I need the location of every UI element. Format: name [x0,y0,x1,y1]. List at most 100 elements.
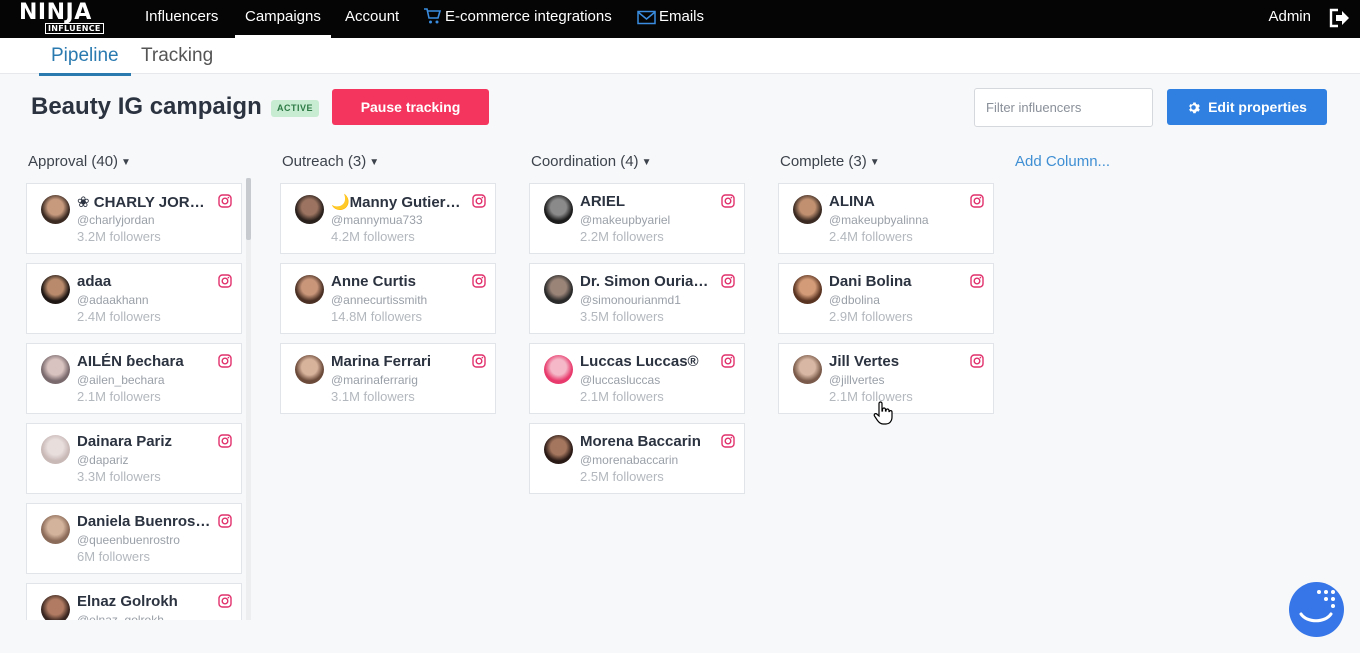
hand-cursor-icon [873,401,893,425]
nav-influencers[interactable]: Influencers [145,0,218,38]
influencer-card[interactable]: Luccas Luccas® @luccasluccas 2.1M follower… [529,343,745,414]
instagram-icon[interactable] [721,434,735,448]
tab-tracking[interactable]: Tracking [141,38,213,76]
influencer-name: 🌙Manny Gutierrez [331,194,466,211]
column-scrollbar[interactable] [246,178,251,620]
column-header-approval[interactable]: Approval (40) ▼ [28,153,131,170]
influencer-followers: 2.4M followers [829,229,913,244]
influencer-card[interactable]: 🌙Manny Gutierrez @mannymua733 4.2M followe… [280,183,496,254]
influencer-name: Dainara Pariz [77,433,173,450]
influencer-card[interactable]: AILÉN ɓechara @ailen_bechara 2.1M follower… [26,343,242,414]
instagram-icon[interactable] [218,274,232,288]
ninja-influence-logo[interactable]: NINJA INFLUENCE [19,0,104,34]
nav-emails[interactable]: Emails [637,0,704,38]
influencer-handle: @luccasluccas [580,373,661,387]
column-header-complete[interactable]: Complete (3) ▼ [780,153,880,170]
instagram-icon[interactable] [218,594,232,608]
instagram-icon[interactable] [970,274,984,288]
influencer-name: Elnaz Golrokh [77,593,178,610]
instagram-icon[interactable] [218,354,232,368]
instagram-icon[interactable] [721,274,735,288]
influencer-followers: 4.2M followers [331,229,415,244]
influencer-card[interactable]: ALINA @makeupbyalinna 2.4M followers [778,183,994,254]
influencer-card[interactable]: adaa @adaakhann 2.4M followers [26,263,242,334]
filter-influencers-input[interactable] [974,88,1153,127]
edit-properties-button[interactable]: Edit properties [1167,89,1327,125]
influencer-card[interactable]: Elnaz Golrokh @elnaz_golrokh [26,583,242,620]
column-header-outreach[interactable]: Outreach (3) ▼ [282,153,379,170]
gear-icon [1189,102,1200,114]
avatar [295,275,324,304]
logout-icon[interactable] [1328,8,1350,28]
influencer-card[interactable]: Morena Baccarin @morenabaccarin 2.5M follo… [529,423,745,494]
column-header-coordination[interactable]: Coordination (4) ▼ [531,153,651,170]
column-complete: ALINA @makeupbyalinna 2.4M followers Dani B… [778,183,994,423]
influencer-followers: 2.1M followers [580,389,664,404]
admin-user[interactable]: Admin [1268,0,1311,34]
influencer-card[interactable]: Dani Bolina @dbolina 2.9M followers [778,263,994,334]
nav-ecommerce-label: E-commerce integrations [445,8,612,25]
influencer-followers: 14.8M followers [331,309,423,324]
influencer-card[interactable]: ❀ CHARLY JORDAN ✨ @charlyjordan 3.2M follo… [26,183,242,254]
influencer-name: AILÉN ɓechara [77,353,184,370]
instagram-icon[interactable] [472,354,486,368]
instagram-icon[interactable] [472,194,486,208]
logo-text: NINJA [19,0,92,25]
tab-pipeline[interactable]: Pipeline [39,38,131,76]
instagram-icon[interactable] [721,354,735,368]
influencer-handle: @morenabaccarin [580,453,679,467]
nav-ecommerce[interactable]: E-commerce integrations [423,0,612,38]
influencer-handle: @dbolina [829,293,880,307]
influencer-name: Marina Ferrari [331,353,432,370]
influencer-handle: @dapariz [77,453,129,467]
influencer-followers: 2.9M followers [829,309,913,324]
influencer-handle: @jillvertes [829,373,885,387]
avatar [544,355,573,384]
status-badge: ACTIVE [271,100,320,117]
influencer-card[interactable]: Dainara Pariz @dapariz 3.3M followers [26,423,242,494]
influencer-card[interactable]: Dr. Simon Ourian M.D. @simonourianmd1 3.5M… [529,263,745,334]
column-coordination: ARIEL @makeupbyariel 2.2M followers Dr. Sim… [529,183,745,503]
influencer-followers: 2.4M followers [77,309,161,324]
influencer-name: Jill Vertes [829,353,900,370]
influencer-name: ❀ CHARLY JORDAN ✨ [77,194,212,211]
influencer-card[interactable]: ARIEL @makeupbyariel 2.2M followers [529,183,745,254]
column-title: Outreach (3) [282,153,367,170]
nav-campaigns[interactable]: Campaigns [235,0,331,38]
pause-tracking-button[interactable]: Pause tracking [332,89,489,125]
nav-emails-label: Emails [659,8,705,25]
add-column-link[interactable]: Add Column... [1015,153,1110,170]
influencer-name: adaa [77,273,112,290]
instagram-icon[interactable] [970,194,984,208]
instagram-icon[interactable] [218,514,232,528]
influencer-followers: 3.1M followers [331,389,415,404]
page-title: Beauty IG campaign [31,93,262,120]
influencer-handle: @adaakhann [77,293,149,307]
influencer-handle: @mannymua733 [331,213,423,227]
avatar [544,275,573,304]
nav-account[interactable]: Account [345,0,399,38]
influencer-card[interactable]: Anne Curtis @annecurtissmith 14.8M followe… [280,263,496,334]
influencer-followers: 2.5M followers [580,469,664,484]
avatar [41,515,70,544]
instagram-icon[interactable] [472,274,486,288]
scrollbar-thumb[interactable] [246,178,251,240]
instagram-icon[interactable] [721,194,735,208]
instagram-icon[interactable] [218,194,232,208]
instagram-icon[interactable] [970,354,984,368]
instagram-icon[interactable] [218,434,232,448]
influencer-handle: @queenbuenrostro [77,533,180,547]
influencer-followers: 2.1M followers [829,389,913,404]
influencer-card[interactable]: Daniela Buenrostro @queenbuenrostro 6M fol… [26,503,242,574]
influencer-card[interactable]: Marina Ferrari @marinaferrarig 3.1M follow… [280,343,496,414]
edit-properties-label: Edit properties [1208,99,1307,115]
influencer-name: Morena Baccarin [580,433,701,450]
chevron-down-icon: ▼ [641,157,652,168]
influencer-name: Luccas Luccas® [580,353,699,370]
chat-icon [1299,590,1335,623]
column-title: Coordination (4) [531,153,639,170]
avatar [41,195,70,224]
avatar [793,195,822,224]
chat-support-button[interactable] [1289,582,1344,637]
influencer-name: Daniela Buenrostro [77,513,212,530]
